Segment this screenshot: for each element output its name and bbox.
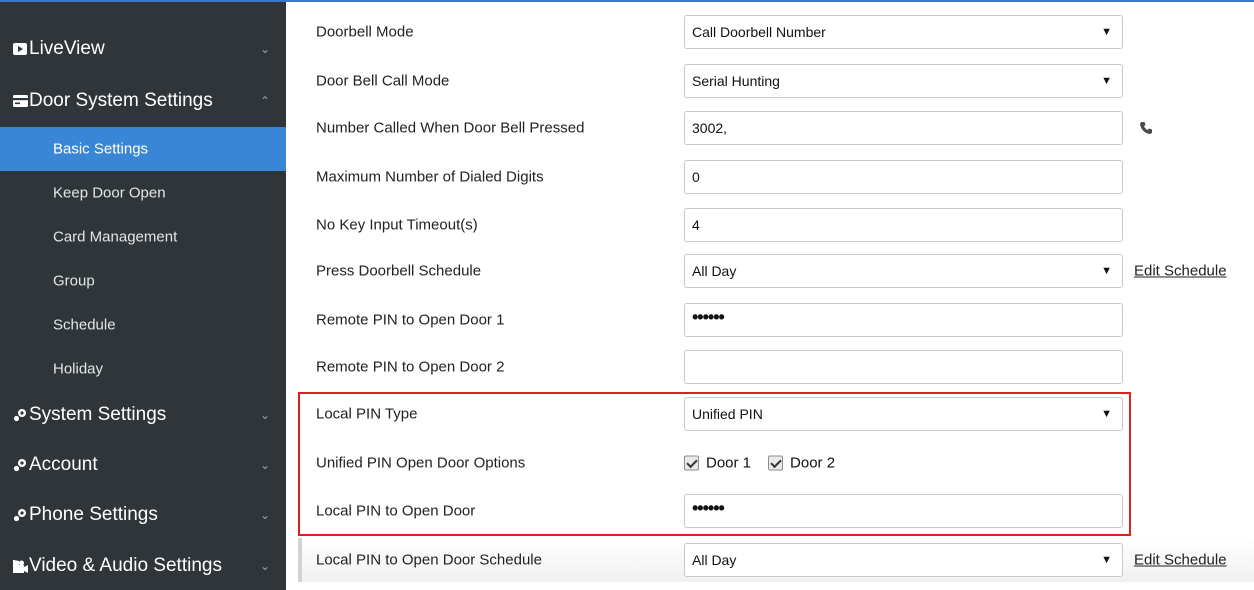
sidebar-item-label: Video & Audio Settings: [29, 555, 222, 576]
sidebar-subitem-label: Card Management: [53, 228, 178, 246]
press-doorbell-schedule-select[interactable]: All Day ▼: [684, 254, 1123, 288]
chevron-down-icon: ⌄: [259, 458, 270, 472]
camera-icon: [12, 558, 28, 574]
sidebar-item-label: LiveView: [29, 38, 105, 59]
dropdown-caret-icon: ▼: [1101, 75, 1112, 87]
max-dialed-digits-label: Maximum Number of Dialed Digits: [316, 168, 544, 186]
settings-icon: [12, 457, 28, 473]
password-value: ••••••: [692, 497, 725, 518]
door1-checkbox-label: Door 1: [706, 454, 752, 472]
settings-icon: [12, 407, 28, 423]
remote-pin-door1-input[interactable]: ••••••: [684, 303, 1123, 337]
sidebar-item-label: System Settings: [29, 404, 167, 425]
sidebar-subitem-card-management[interactable]: Card Management: [0, 215, 286, 259]
settings-form: Doorbell Mode Call Doorbell Number ▼ Doo…: [286, 2, 1254, 590]
max-dialed-digits-input[interactable]: 0: [684, 160, 1123, 194]
press-doorbell-schedule-row: Press Doorbell Schedule All Day ▼ Edit S…: [286, 249, 1254, 293]
local-pin-type-select[interactable]: Unified PIN ▼: [684, 397, 1123, 431]
chevron-down-icon: ⌄: [259, 508, 270, 522]
local-pin-schedule-row: Local PIN to Open Door Schedule All Day …: [298, 538, 1254, 582]
input-value: 0: [692, 169, 700, 185]
chevron-down-icon: ⌄: [259, 559, 270, 573]
no-key-timeout-row: No Key Input Timeout(s) 4: [286, 203, 1254, 247]
local-pin-open-door-label: Local PIN to Open Door: [316, 502, 476, 520]
sidebar-item-liveview[interactable]: LiveView ⌄: [0, 25, 286, 73]
local-pin-schedule-label: Local PIN to Open Door Schedule: [316, 551, 542, 569]
edit-schedule-link[interactable]: Edit Schedule: [1134, 263, 1227, 280]
edit-schedule-link[interactable]: Edit Schedule: [1134, 552, 1227, 569]
doorbell-mode-label: Doorbell Mode: [316, 23, 414, 41]
sidebar-item-door-system-settings[interactable]: Door System Settings ⌃: [0, 77, 286, 125]
select-value: All Day: [692, 263, 737, 279]
sidebar-subitem-schedule[interactable]: Schedule: [0, 303, 286, 347]
chevron-up-icon: ⌃: [259, 94, 270, 108]
sidebar-item-label: Door System Settings: [29, 90, 213, 111]
sidebar-subitem-label: Schedule: [53, 316, 116, 334]
remote-pin-door2-input[interactable]: [684, 350, 1123, 384]
local-pin-type-label: Local PIN Type: [316, 405, 418, 423]
checkbox-checked-icon: [684, 455, 699, 471]
local-pin-open-door-row: Local PIN to Open Door ••••••: [286, 489, 1254, 533]
local-pin-schedule-select[interactable]: All Day ▼: [684, 543, 1123, 577]
sidebar-subitem-label: Group: [53, 272, 95, 290]
door2-checkbox-label: Door 2: [790, 454, 836, 472]
press-doorbell-schedule-label: Press Doorbell Schedule: [316, 262, 482, 280]
door-bell-call-mode-label: Door Bell Call Mode: [316, 72, 450, 90]
input-value: 4: [692, 217, 700, 233]
dropdown-caret-icon: ▼: [1101, 265, 1112, 277]
unified-pin-options-label: Unified PIN Open Door Options: [316, 454, 526, 472]
door-options-group: Door 1 Door 2: [684, 455, 852, 472]
sidebar-subitem-label: Keep Door Open: [53, 184, 166, 202]
chevron-down-icon: ⌄: [259, 408, 270, 422]
local-pin-type-row: Local PIN Type Unified PIN ▼: [286, 392, 1254, 436]
select-value: Unified PIN: [692, 406, 763, 422]
password-value: ••••••: [692, 306, 725, 327]
max-dialed-digits-row: Maximum Number of Dialed Digits 0: [286, 155, 1254, 199]
sidebar-subitem-group[interactable]: Group: [0, 259, 286, 303]
remote-pin-door1-label: Remote PIN to Open Door 1: [316, 311, 505, 329]
remote-pin-door2-label: Remote PIN to Open Door 2: [316, 358, 505, 376]
sidebar-item-phone-settings[interactable]: Phone Settings ⌄: [0, 491, 286, 539]
dropdown-caret-icon: ▼: [1101, 554, 1112, 566]
door2-checkbox[interactable]: Door 2: [768, 455, 835, 472]
no-key-timeout-label: No Key Input Timeout(s): [316, 216, 478, 234]
door-bell-call-mode-select[interactable]: Serial Hunting ▼: [684, 64, 1123, 98]
video-icon: [12, 41, 28, 57]
checkbox-checked-icon: [768, 455, 784, 471]
sidebar: LiveView ⌄ Door System Settings ⌃ Basic …: [0, 2, 286, 590]
sidebar-item-account[interactable]: Account ⌄: [0, 441, 286, 489]
remote-pin-door1-row: Remote PIN to Open Door 1 ••••••: [286, 298, 1254, 342]
sidebar-item-label: Phone Settings: [29, 504, 158, 525]
select-value: Serial Hunting: [692, 73, 780, 89]
chevron-down-icon: ⌄: [259, 42, 270, 56]
sidebar-item-label: Account: [29, 454, 98, 475]
number-called-row: Number Called When Door Bell Pressed 300…: [286, 106, 1254, 150]
select-value: Call Doorbell Number: [692, 24, 826, 40]
no-key-timeout-input[interactable]: 4: [684, 208, 1123, 242]
settings-icon: [12, 507, 28, 523]
remote-pin-door2-row: Remote PIN to Open Door 2: [286, 345, 1254, 389]
door1-checkbox[interactable]: Door 1: [684, 455, 751, 472]
sidebar-subitem-keep-door-open[interactable]: Keep Door Open: [0, 171, 286, 215]
dropdown-caret-icon: ▼: [1101, 26, 1112, 38]
doorbell-mode-row: Doorbell Mode Call Doorbell Number ▼: [286, 10, 1254, 54]
doorbell-mode-select[interactable]: Call Doorbell Number ▼: [684, 15, 1123, 49]
unified-pin-options-row: Unified PIN Open Door Options Door 1 Doo…: [286, 441, 1254, 485]
number-called-input[interactable]: 3002,: [684, 111, 1123, 145]
select-value: All Day: [692, 552, 737, 568]
sidebar-subitem-label: Basic Settings: [53, 140, 149, 158]
local-pin-open-door-input[interactable]: ••••••: [684, 494, 1123, 528]
door-bell-call-mode-row: Door Bell Call Mode Serial Hunting ▼: [286, 59, 1254, 103]
sidebar-subitem-label: Holiday: [53, 360, 104, 378]
sidebar-item-video-audio-settings[interactable]: Video & Audio Settings ⌄: [0, 542, 286, 590]
phone-icon[interactable]: [1139, 121, 1153, 135]
sidebar-subitem-holiday[interactable]: Holiday: [0, 347, 286, 391]
sidebar-subitem-basic-settings[interactable]: Basic Settings: [0, 127, 286, 171]
card-icon: [12, 93, 28, 109]
number-called-label: Number Called When Door Bell Pressed: [316, 119, 585, 137]
sidebar-item-system-settings[interactable]: System Settings ⌄: [0, 391, 286, 439]
input-value: 3002,: [692, 120, 728, 136]
dropdown-caret-icon: ▼: [1101, 408, 1112, 420]
